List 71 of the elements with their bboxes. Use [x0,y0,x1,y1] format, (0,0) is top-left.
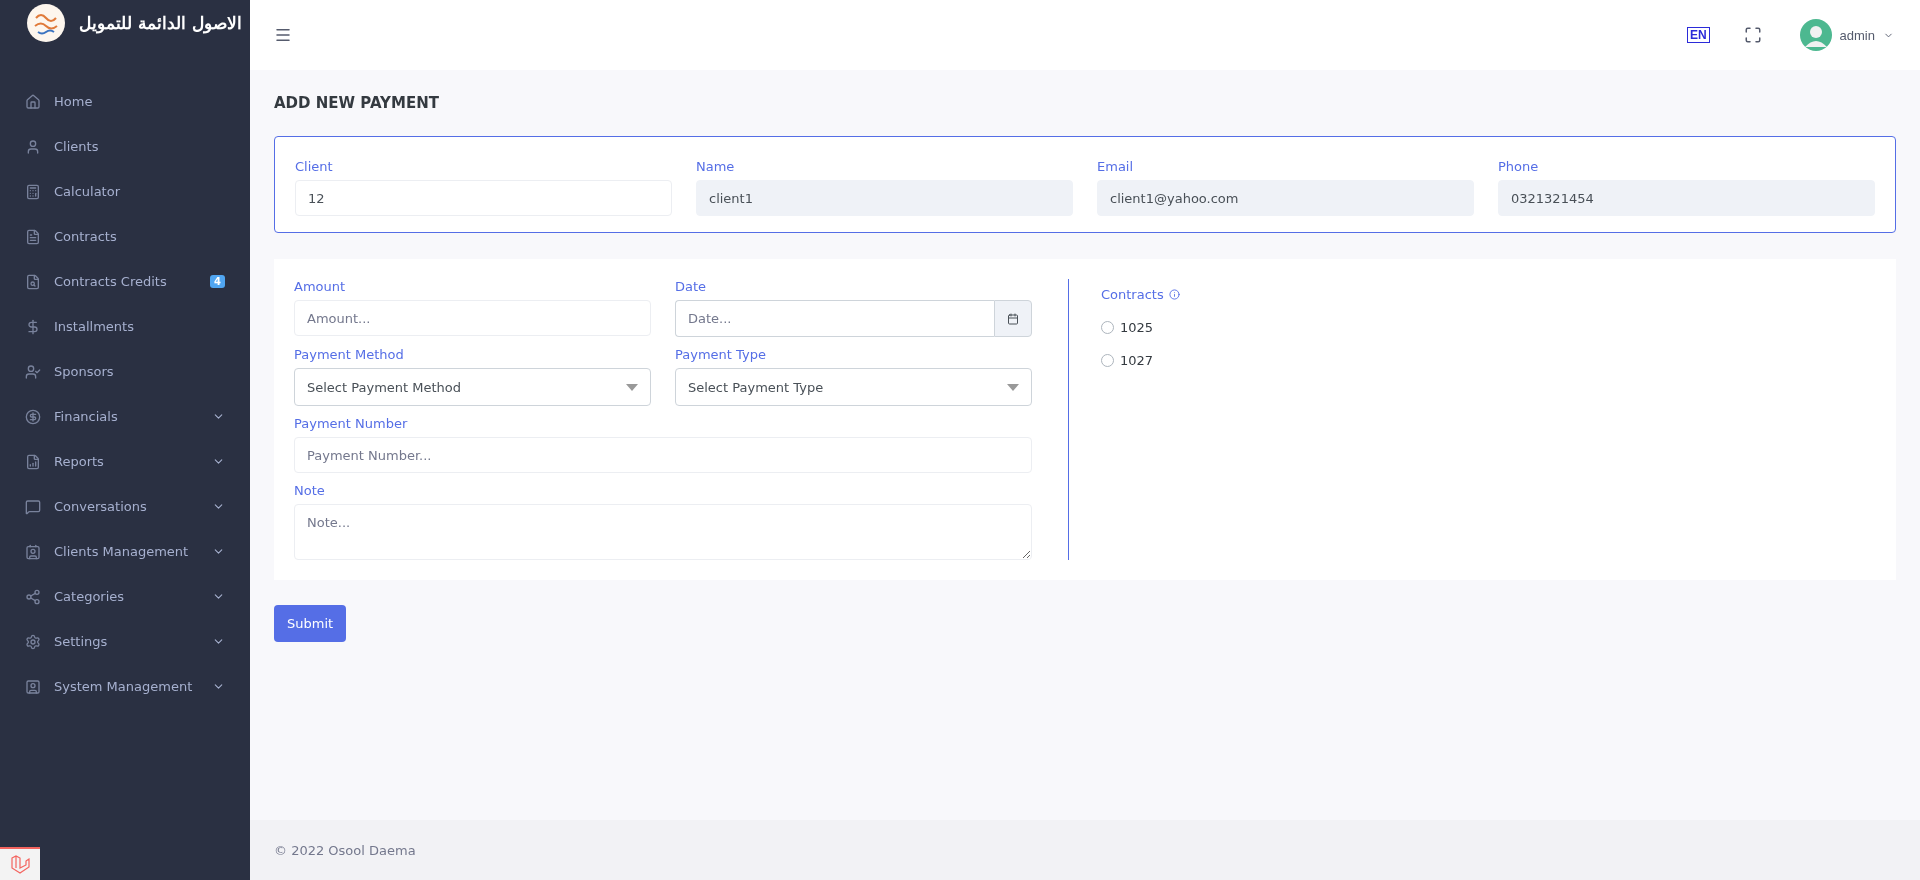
radio-button[interactable] [1101,321,1114,334]
user-check-icon [25,363,41,380]
language-button[interactable]: EN [1686,27,1710,43]
submit-button[interactable]: Submit [274,605,347,642]
textarea-field[interactable]: Note... [294,504,1032,560]
cube-logo-icon [9,853,31,876]
sidebar-item[interactable]: Clients [0,124,250,169]
settings-icon [25,633,41,650]
readonly-field[interactable]: client1@yahoo.com [1097,180,1474,216]
sidebar-item[interactable]: Reports [0,439,250,484]
sidebar-item[interactable]: Contracts Credits 4 [0,259,250,304]
sidebar-item[interactable]: Home [0,79,250,124]
avatar-icon [1799,19,1832,51]
field-label: Date [675,279,708,294]
logo-icon [27,4,65,42]
date-field[interactable]: Date... [675,300,994,337]
field-label: Phone [1498,159,1540,174]
sidebar-item[interactable]: Financials [0,394,250,439]
readonly-field[interactable]: 0321321454 [1498,180,1875,216]
caret-icon [1007,383,1019,391]
menu-icon [274,26,292,44]
sidebar-item[interactable]: Settings [0,619,250,664]
fullscreen-icon [1743,26,1762,44]
radio-option[interactable]: 1025 [1101,320,1180,335]
sidebar-item[interactable]: Installments [0,304,250,349]
caret-icon [626,383,638,391]
document-icon [25,228,41,245]
coin-icon [25,408,41,425]
share-icon [25,588,41,605]
home-icon [25,93,41,110]
chart-document-icon [25,453,41,470]
input-field[interactable]: Amount... [294,300,651,336]
sidebar-item[interactable]: System Management [0,664,250,709]
input-field[interactable]: Payment Number... [294,437,1032,473]
chat-icon [25,498,41,515]
field-label: Contracts [1101,287,1180,302]
field-label: Email [1097,159,1135,174]
input-field[interactable]: 12 [295,180,672,216]
calendar-button[interactable] [994,300,1032,337]
page-title: ADD NEW PAYMENT [274,94,440,112]
dollar-icon [25,318,41,335]
copyright-text: © 2022 Osool Daema [274,842,416,858]
info-icon [1168,289,1180,300]
user-menu[interactable]: admin [1793,18,1900,52]
radio-button[interactable] [1101,354,1114,367]
field-label: Payment Type [675,347,767,362]
readonly-field[interactable]: client1 [696,180,1073,216]
field-label: Payment Method [294,347,405,362]
field-label: Amount [294,279,347,294]
field-label: Client [295,159,334,174]
id-card-icon [25,678,41,695]
sidebar-item[interactable]: Contracts [0,214,250,259]
user-icon [25,138,41,155]
sidebar-item[interactable]: Conversations [0,484,250,529]
calculator-icon [25,183,41,200]
sidebar-item[interactable]: Clients Management [0,529,250,574]
field-label: Note [294,483,326,498]
debug-toolbar-button[interactable] [0,847,40,880]
sidebar-item[interactable]: Sponsors [0,349,250,394]
select-dropdown[interactable]: Select Payment Method [294,368,651,406]
sidebar-item[interactable]: Calculator [0,169,250,214]
sidebar-item[interactable]: Categories [0,574,250,619]
field-label: Name [696,159,736,174]
document-search-icon [25,273,41,290]
count-badge: 4 [210,275,225,288]
brand-title: الاصول الدائمة للتمويل [79,13,242,33]
select-dropdown[interactable]: Select Payment Type [675,368,1032,406]
calendar-icon [1007,312,1019,325]
radio-option[interactable]: 1027 [1101,353,1180,368]
contact-icon [25,543,41,560]
field-label: Payment Number [294,416,409,431]
